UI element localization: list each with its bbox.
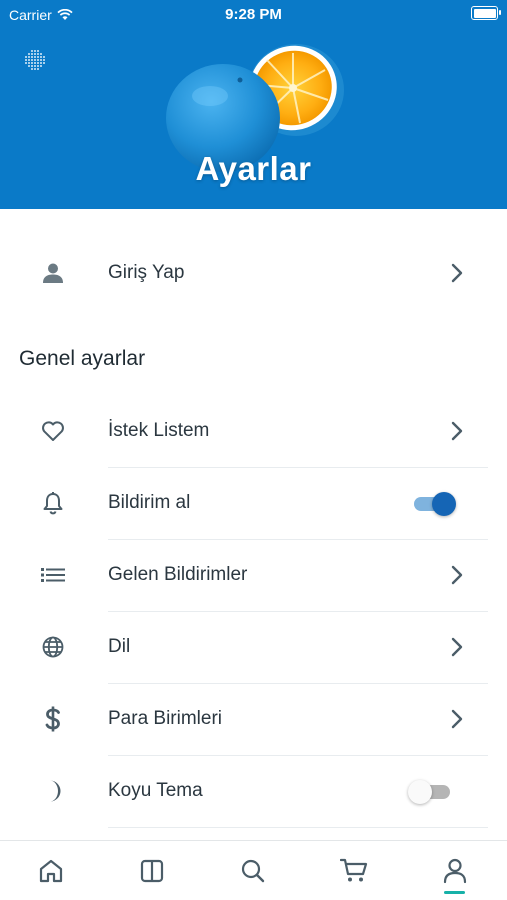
chevron-right-icon <box>451 421 463 441</box>
battery-icon <box>471 6 501 20</box>
tab-home[interactable] <box>0 841 101 900</box>
user-icon <box>443 858 466 884</box>
status-bar: Carrier 9:28 PM <box>0 0 507 28</box>
dots-grid-icon[interactable] <box>23 48 47 72</box>
login-row[interactable]: Giriş Yap <box>0 237 507 309</box>
tab-bar <box>0 840 507 900</box>
dollar-icon <box>38 704 68 734</box>
globe-icon <box>38 632 68 662</box>
search-icon <box>241 859 264 883</box>
chevron-right-icon <box>451 565 463 585</box>
settings-item-label: Dil <box>108 636 131 657</box>
divider <box>108 827 488 828</box>
settings-item-wishlist[interactable]: İstek Listem <box>0 395 507 467</box>
chevron-right-icon <box>451 637 463 657</box>
settings-item-label: Para Birimleri <box>108 708 223 729</box>
list-icon <box>38 560 68 590</box>
login-label: Giriş Yap <box>108 262 185 283</box>
chevron-right-icon <box>451 263 463 283</box>
settings-item-notifications-toggle: Bildirim al <box>0 467 507 539</box>
tab-categories[interactable] <box>101 841 202 900</box>
settings-item-language[interactable]: Dil <box>0 611 507 683</box>
settings-item-dark-theme: Koyu Tema <box>0 755 507 827</box>
active-tab-indicator <box>444 891 465 894</box>
page-title: Ayarlar <box>195 150 312 187</box>
tab-cart[interactable] <box>303 841 404 900</box>
settings-item-currency[interactable]: Para Birimleri <box>0 683 507 755</box>
cart-icon <box>339 858 367 882</box>
heart-icon <box>38 416 68 446</box>
section-title-general: Genel ayarlar <box>19 347 146 370</box>
dark-theme-toggle[interactable] <box>408 779 454 804</box>
tab-profile[interactable] <box>404 841 505 900</box>
settings-item-incoming-notifications[interactable]: Gelen Bildirimler <box>0 539 507 611</box>
user-icon <box>38 258 68 288</box>
settings-item-label: Bildirim al <box>108 492 191 513</box>
bell-icon <box>38 488 68 518</box>
settings-item-label: İstek Listem <box>108 420 210 441</box>
chevron-right-icon <box>451 709 463 729</box>
settings-item-label: Koyu Tema <box>108 780 203 801</box>
home-icon <box>39 859 62 883</box>
moon-icon <box>38 776 68 806</box>
status-time: 9:28 PM <box>225 6 282 23</box>
tab-search[interactable] <box>202 841 303 900</box>
settings-item-label: Gelen Bildirimler <box>108 564 248 585</box>
notifications-toggle[interactable] <box>412 491 458 516</box>
header-banner: Carrier 9:28 PM Ayarlar <box>0 0 507 209</box>
columns-icon <box>140 859 163 883</box>
